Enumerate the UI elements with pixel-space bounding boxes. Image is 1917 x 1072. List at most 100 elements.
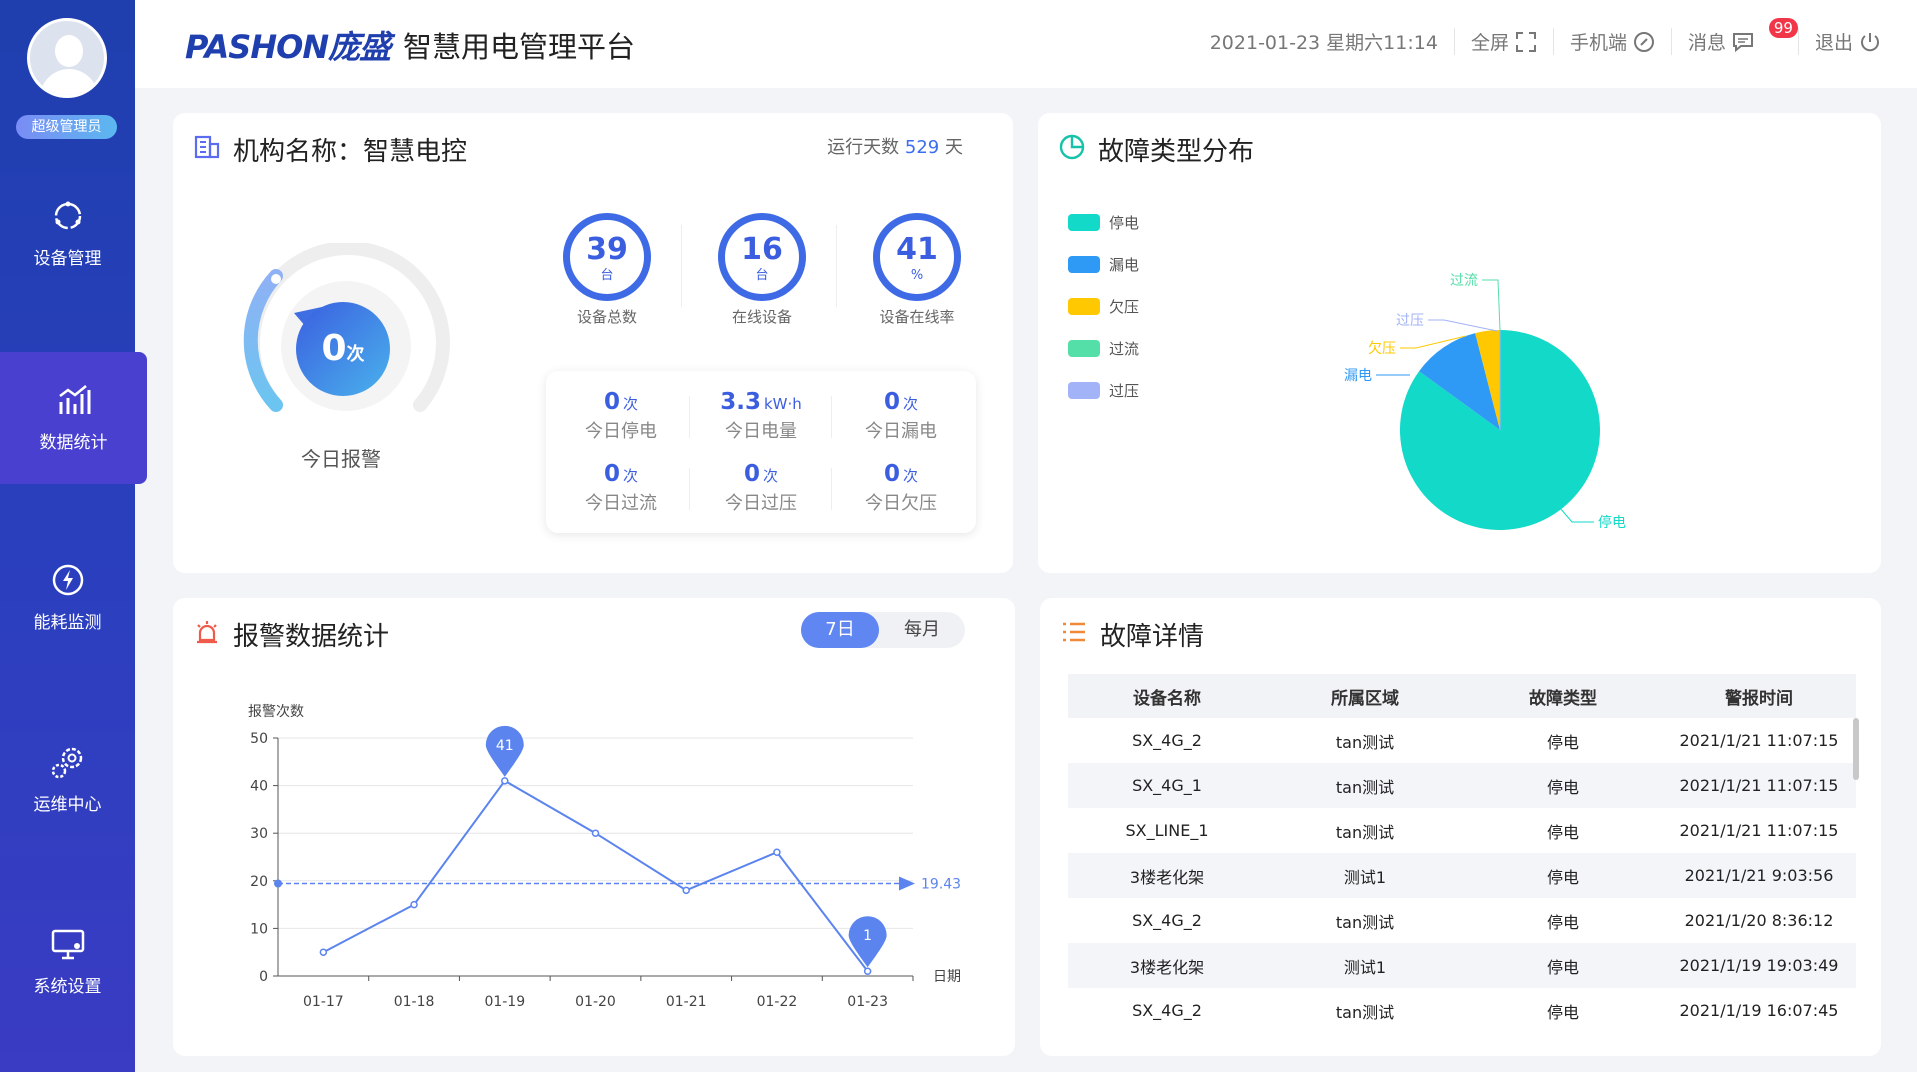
role-badge: 超级管理员 [16, 115, 117, 139]
stat-unit: kW·h [763, 395, 802, 413]
run-days-prefix: 运行天数 [827, 137, 900, 158]
sidebar-item-label: 系统设置 [33, 977, 102, 997]
power-icon [1861, 32, 1879, 51]
ring-value: 16 [741, 232, 783, 267]
user-avatar[interactable] [27, 18, 107, 98]
table-cell: SX_4G_2 [1132, 1001, 1202, 1020]
tab-monthly[interactable]: 每月 [883, 612, 961, 648]
mobile-button[interactable]: 手机端 [1552, 28, 1671, 55]
sidebar-item-system-settings[interactable]: 系统设置 [0, 926, 135, 997]
table-cell: tan测试 [1335, 912, 1395, 932]
x-tick-label: 01-20 [575, 994, 616, 1010]
sidebar-item-energy-monitoring[interactable]: 能耗监测 [0, 562, 135, 633]
legend-item[interactable]: 过压 [1068, 369, 1139, 411]
table-row[interactable]: SX_4G_1 tan测试 停电 2021/1/21 11:07:15 [1068, 763, 1856, 808]
messages-button[interactable]: 消息 99 [1670, 18, 1798, 55]
table-cell: SX_4G_2 [1132, 731, 1202, 750]
legend-label: 欠压 [1109, 297, 1140, 316]
table-cell: tan测试 [1335, 1002, 1395, 1022]
sidebar-item-data-statistics[interactable]: 数据统计 [0, 352, 147, 484]
stat-label: 今日停电 [585, 421, 657, 442]
table-row[interactable]: 3楼老化架 测试1 停电 2021/1/21 9:03:56 [1068, 853, 1856, 898]
divider [836, 225, 837, 307]
legend-item[interactable]: 漏电 [1068, 243, 1139, 285]
app-title: 智慧用电管理平台 [403, 30, 636, 64]
alarm-today-label: 今日报警 [301, 447, 381, 471]
fullscreen-button[interactable]: 全屏 [1453, 28, 1553, 55]
table-row[interactable]: SX_LINE_1 tan测试 停电 2021/1/21 11:07:15 [1068, 808, 1856, 853]
marker-pin-label: 1 [863, 928, 872, 944]
run-days-value: 529 [904, 137, 940, 158]
ring-value: 39 [586, 232, 628, 267]
gears-icon [51, 747, 82, 779]
table-cell: tan测试 [1335, 822, 1395, 842]
run-days-suffix: 天 [945, 137, 963, 158]
table-cell: tan测试 [1335, 777, 1395, 797]
tab-7-days[interactable]: 7日 [801, 612, 879, 648]
ring-label: 在线设备 [731, 308, 792, 326]
stat-value: 3.3 [720, 389, 761, 415]
fault-table: 设备名称 所属区域 故障类型 警报时间 SX_4G_2 tan测试 停电 202… [1068, 674, 1856, 1033]
x-tick-label: 01-23 [847, 994, 888, 1010]
sidebar-item-label: 设备管理 [33, 249, 102, 269]
data-point [591, 829, 600, 837]
logout-button[interactable]: 退出 [1797, 28, 1897, 55]
table-cell: SX_4G_2 [1132, 911, 1202, 930]
data-point [501, 777, 509, 785]
x-tick-label: 01-19 [484, 994, 525, 1010]
y-tick-label: 10 [250, 921, 268, 937]
data-point [319, 948, 328, 956]
stat-unit: 次 [903, 395, 919, 413]
stat-unit: 次 [623, 395, 639, 413]
sidebar-item-operations-center[interactable]: 运维中心 [0, 744, 135, 815]
pie-callout-line [1559, 507, 1594, 523]
alarm-stats-card: 报警数据统计 7日 每月 报警次数 0 10 20 30 40 50 01-17 01-18 01… [173, 598, 1015, 1056]
column-header[interactable]: 所属区域 [1266, 684, 1464, 709]
sidebar-item-device-management[interactable]: 设备管理 [0, 198, 135, 269]
data-point [682, 886, 690, 895]
table-cell: 停电 [1546, 732, 1579, 752]
alarm-stats-title: 报警数据统计 [233, 622, 390, 652]
column-header[interactable]: 设备名称 [1068, 684, 1266, 709]
legend-swatch [1068, 339, 1100, 357]
legend-item[interactable]: 欠压 [1068, 285, 1139, 327]
stat-value: 0 [883, 461, 900, 487]
table-row[interactable]: SX_4G_2 tan测试 停电 2021/1/19 16:07:45 [1068, 988, 1856, 1033]
table-cell: 2021/1/21 9:03:56 [1684, 866, 1834, 885]
marker-pin: 41 [485, 725, 524, 777]
avatar-head-shape [55, 35, 83, 67]
fault-details-title: 故障详情 [1100, 622, 1205, 652]
pie-callout-line [1428, 319, 1498, 332]
x-axis-label: 日期 [933, 969, 961, 985]
fullscreen-icon [1515, 31, 1536, 52]
legend-swatch [1068, 213, 1100, 231]
column-header[interactable]: 故障类型 [1464, 684, 1662, 709]
online-devices-ring: 16 台 [718, 213, 806, 301]
header-datetime: 2021-01-23 星期六11:14 [1194, 28, 1454, 55]
table-cell: 停电 [1546, 867, 1579, 887]
table-row[interactable]: SX_4G_2 tan测试 停电 2021/1/20 8:36:12 [1068, 898, 1856, 943]
legend-item[interactable]: 停电 [1068, 201, 1139, 243]
table-row[interactable]: 3楼老化架 测试1 停电 2021/1/19 19:03:49 [1068, 943, 1856, 988]
stat-unit: 次 [763, 467, 779, 485]
average-line-start [274, 879, 282, 888]
table-scrollbar[interactable] [1853, 718, 1859, 780]
ring-unit: % [910, 268, 924, 283]
table-cell: 停电 [1546, 822, 1579, 842]
monitor-icon [51, 929, 84, 960]
logout-label: 退出 [1814, 32, 1853, 54]
x-tick-label: 01-17 [303, 994, 344, 1010]
column-header[interactable]: 警报时间 [1662, 684, 1856, 709]
table-cell: 3楼老化架 [1129, 957, 1205, 977]
table-cell: 停电 [1546, 912, 1579, 932]
header-actions: 2021-01-23 星期六11:14 全屏 手机端 消息 99 退出 [1194, 18, 1897, 55]
ring-unit: 台 [600, 268, 614, 283]
fullscreen-label: 全屏 [1470, 32, 1509, 54]
y-axis-label: 报警次数 [248, 704, 304, 720]
average-line-arrow [899, 876, 915, 891]
series-line [322, 779, 869, 972]
data-point [863, 967, 872, 975]
table-cell: SX_4G_1 [1132, 776, 1202, 795]
table-row[interactable]: SX_4G_2 tan测试 停电 2021/1/21 11:07:15 [1068, 718, 1856, 763]
legend-item[interactable]: 过流 [1068, 327, 1139, 369]
